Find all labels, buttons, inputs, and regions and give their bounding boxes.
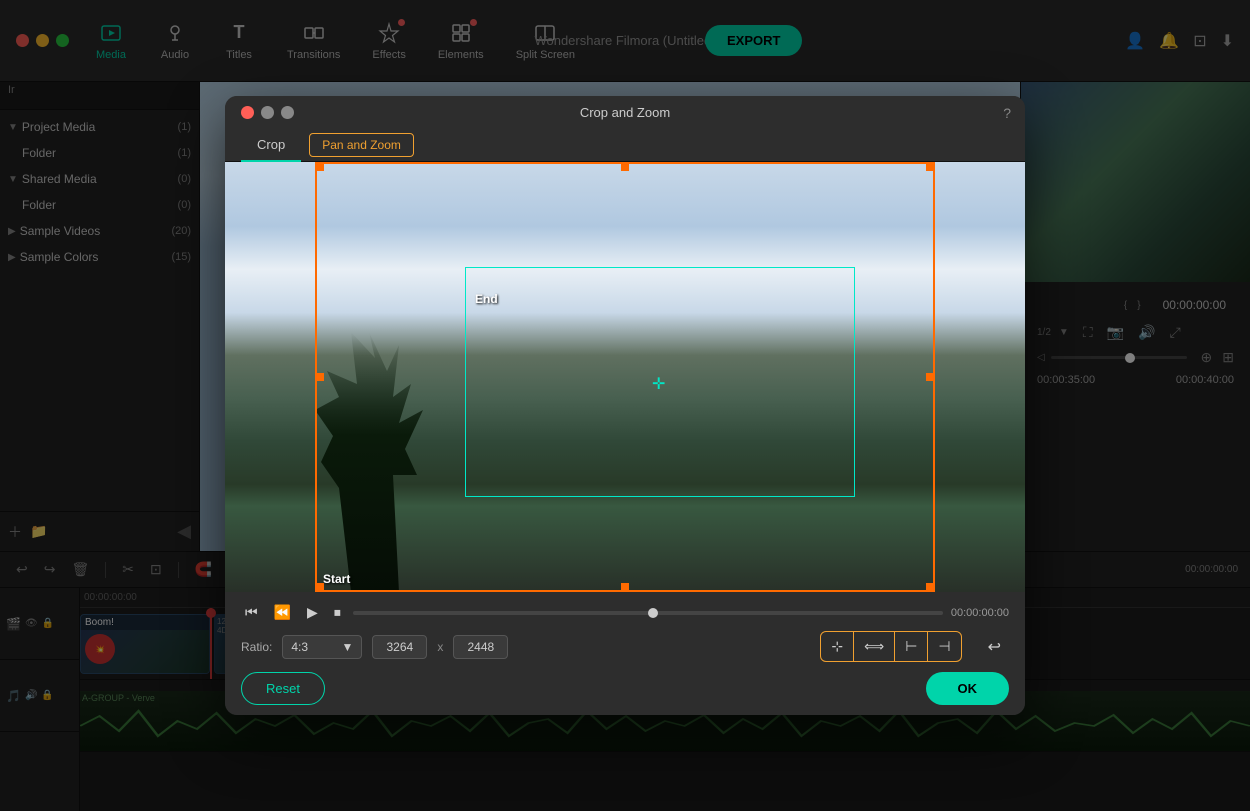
handle-tm[interactable] (621, 163, 629, 171)
dimension-separator: x (437, 640, 443, 654)
modal-title: Crop and Zoom (580, 105, 670, 120)
ratio-chevron: ▼ (341, 640, 353, 654)
handle-br[interactable] (926, 583, 934, 591)
video-canvas[interactable]: ✛ Start End (225, 162, 1025, 592)
crop-zoom-modal: Crop and Zoom ? Crop Pan and Zoom (225, 96, 1025, 715)
handle-rm[interactable] (926, 373, 934, 381)
label-end: End (475, 292, 498, 306)
action-buttons: Reset OK (241, 672, 1009, 705)
reset-button[interactable]: Reset (241, 672, 325, 705)
handle-bm[interactable] (621, 583, 629, 591)
playback-time: 00:00:00:00 (951, 607, 1009, 619)
modal-overlay: Crop and Zoom ? Crop Pan and Zoom (0, 0, 1250, 811)
tab-pan-zoom[interactable]: Pan and Zoom (309, 133, 414, 157)
handle-tl[interactable] (316, 163, 324, 171)
playback-progress[interactable] (353, 611, 943, 615)
modal-window-controls (241, 106, 294, 119)
step-back-button[interactable]: ⏮ (241, 602, 262, 623)
modal-canvas-container: ✛ Start End (225, 162, 1025, 592)
play-button[interactable]: ▶ (303, 602, 322, 623)
flip-h-button[interactable]: ⟺ (854, 632, 895, 661)
handle-tr[interactable] (926, 163, 934, 171)
center-align-button[interactable]: ⊹ (821, 632, 854, 661)
align-buttons: ⊹ ⟺ ⊢ ⊣ (820, 631, 961, 662)
crosshair-icon: ✛ (652, 374, 668, 390)
stop-button[interactable]: ⏹ (330, 602, 345, 623)
ok-button[interactable]: OK (926, 672, 1010, 705)
modal-titlebar: Crop and Zoom ? (225, 96, 1025, 129)
modal-help-icon[interactable]: ? (1003, 105, 1011, 121)
ratio-select[interactable]: 4:3 ▼ (282, 635, 362, 659)
modal-close-button[interactable] (241, 106, 254, 119)
modal-tabs: Crop Pan and Zoom (225, 129, 1025, 162)
playback-bar: ⏮ ⏪ ▶ ⏹ 00:00:00:00 (241, 602, 1009, 623)
prev-frame-button[interactable]: ⏪ (270, 602, 295, 623)
progress-dot (648, 608, 658, 618)
height-input[interactable] (453, 635, 508, 659)
align-left-button[interactable]: ⊣ (928, 632, 960, 661)
ratio-value: 4:3 (291, 640, 308, 654)
tab-crop[interactable]: Crop (241, 129, 301, 162)
controls-row: Ratio: 4:3 ▼ x ⊹ ⟺ ⊢ ⊣ ↩ (241, 631, 1009, 662)
modal-maximize-button[interactable] (281, 106, 294, 119)
ratio-label: Ratio: (241, 640, 272, 654)
align-right-button[interactable]: ⊢ (895, 632, 928, 661)
label-start: Start (323, 572, 350, 586)
handle-lm[interactable] (316, 373, 324, 381)
modal-bottom: ⏮ ⏪ ▶ ⏹ 00:00:00:00 Ratio: 4:3 ▼ x (225, 592, 1025, 715)
back-arrow-button[interactable]: ↩ (980, 633, 1009, 661)
width-input[interactable] (372, 635, 427, 659)
modal-minimize-button[interactable] (261, 106, 274, 119)
cyan-inner-box[interactable]: ✛ (465, 267, 855, 497)
